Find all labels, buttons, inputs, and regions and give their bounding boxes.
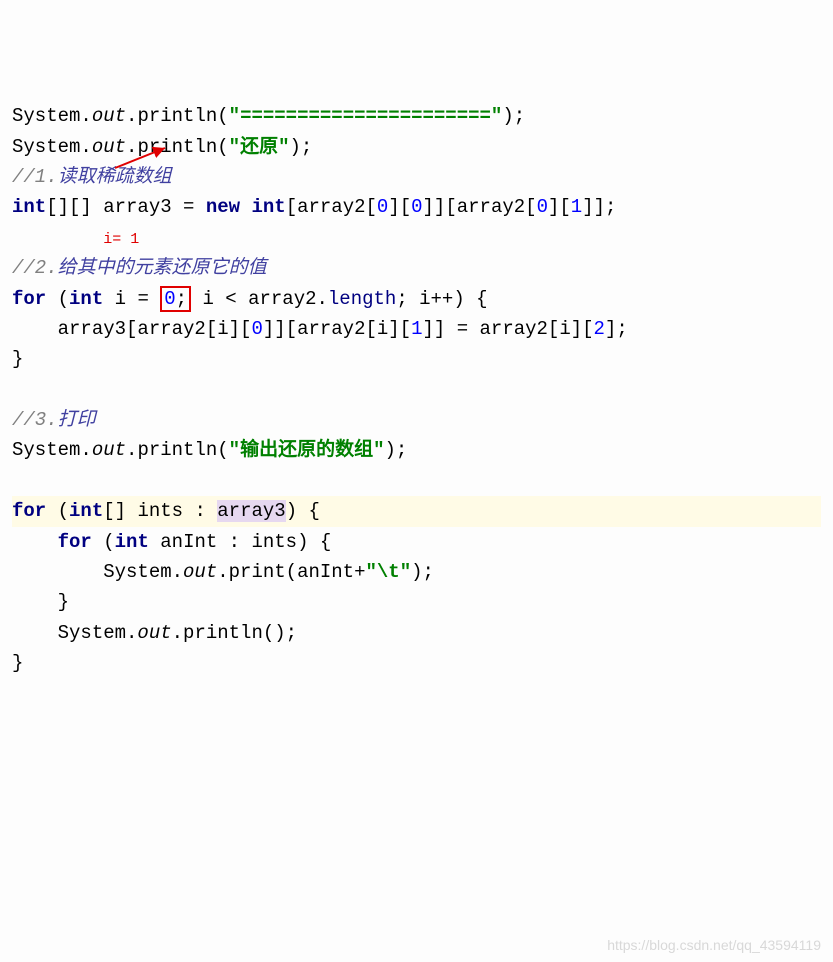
code-line: System.out.println("还原"); xyxy=(12,136,312,158)
usage-highlight: array3 xyxy=(217,500,285,522)
code-line: for (int anInt : ints) { xyxy=(12,531,331,553)
code-line: for (int i = 0; i < array2.length; i++) … xyxy=(12,286,488,312)
code-block: System.out.println("====================… xyxy=(12,101,821,678)
code-line: } xyxy=(12,591,69,613)
annotation-text: i= 1 xyxy=(103,231,139,248)
code-line: System.out.println("输出还原的数组"); xyxy=(12,439,407,461)
annotation-line: i= 1 xyxy=(12,227,139,249)
code-line: } xyxy=(12,348,23,370)
comment-line: //3.打印 xyxy=(12,409,96,431)
code-line: System.out.print(anInt+"\t"); xyxy=(12,561,434,583)
code-line: array3[array2[i][0]][array2[i][1]] = arr… xyxy=(12,318,628,340)
comment-line: //1.读取稀疏数组 xyxy=(12,166,172,188)
comment-line: //2.给其中的元素还原它的值 xyxy=(12,257,267,279)
code-line: int[][] array3 = new int[array2[0][0]][a… xyxy=(12,196,616,218)
highlighted-zero: 0; xyxy=(160,286,191,312)
watermark-text: https://blog.csdn.net/qq_43594119 xyxy=(607,934,821,956)
code-line: System.out.println(); xyxy=(12,622,297,644)
code-line: System.out.println("====================… xyxy=(12,105,525,127)
code-line: } xyxy=(12,652,23,674)
code-line-highlighted: for (int[] ints : array3) { xyxy=(12,496,821,526)
